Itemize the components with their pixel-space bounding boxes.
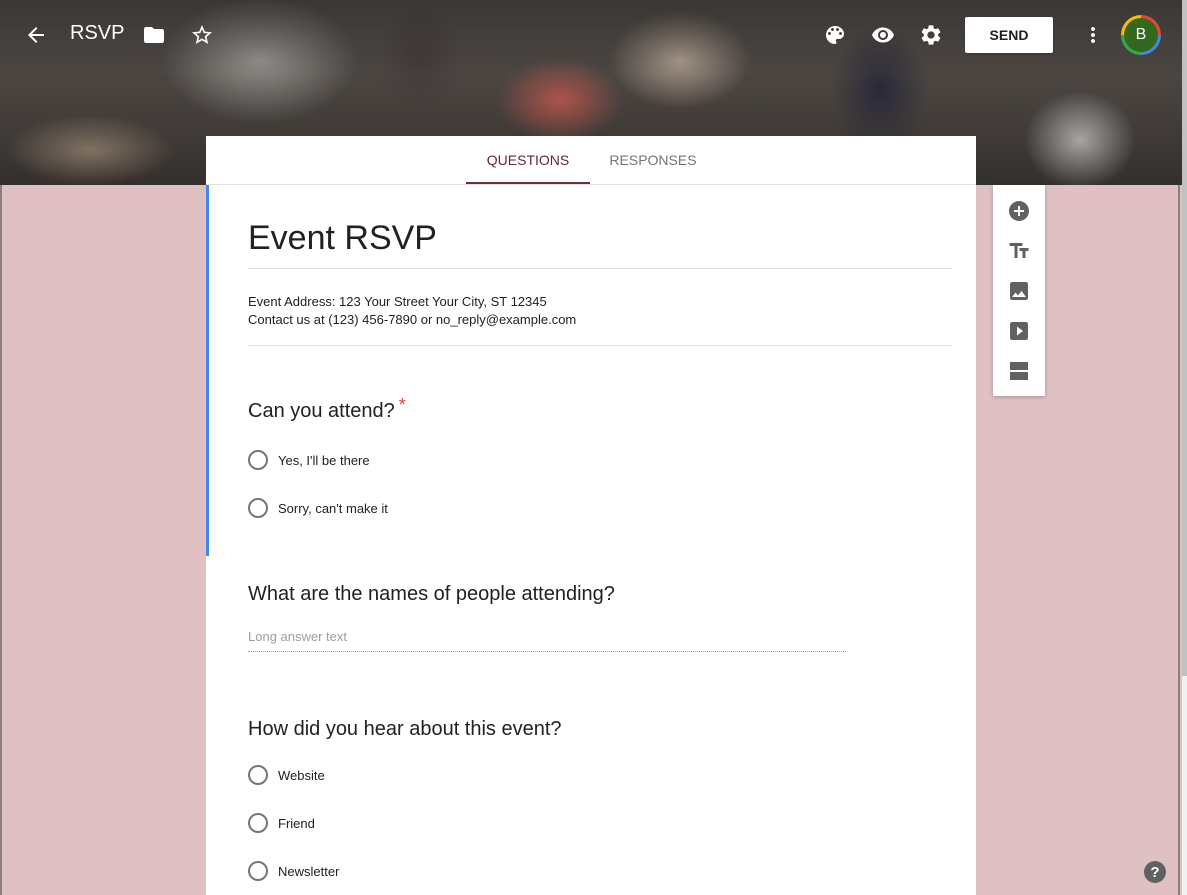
question-toolbox xyxy=(993,185,1045,396)
question-title[interactable]: Can you attend? * xyxy=(248,395,406,423)
option-label: Yes, I'll be there xyxy=(278,452,370,468)
radio-button[interactable] xyxy=(248,498,268,518)
option-label: Website xyxy=(278,767,325,783)
tab-bar: Questions Responses xyxy=(206,136,976,185)
radio-option[interactable]: Newsletter xyxy=(248,861,339,881)
document-title[interactable]: RSVP xyxy=(70,22,124,45)
top-toolbar: RSVP SEND B xyxy=(0,0,1180,70)
radio-option[interactable]: Sorry, can't make it xyxy=(248,498,388,518)
star-icon[interactable] xyxy=(182,15,222,55)
eye-icon[interactable] xyxy=(863,15,903,55)
description-line: Event Address: 123 Your Street Your City… xyxy=(248,294,547,309)
form-card: Event RSVP Event Address: 123 Your Stree… xyxy=(206,185,976,895)
question-title[interactable]: How did you hear about this event? xyxy=(248,718,562,741)
send-button[interactable]: SEND xyxy=(965,17,1053,53)
radio-option[interactable]: Yes, I'll be there xyxy=(248,450,370,470)
radio-button[interactable] xyxy=(248,861,268,881)
tab-responses[interactable]: Responses xyxy=(590,136,716,184)
folder-icon[interactable] xyxy=(134,15,174,55)
option-label: Newsletter xyxy=(278,863,340,879)
title-text-icon[interactable] xyxy=(1003,235,1035,267)
description-divider xyxy=(248,345,952,346)
page-left-edge xyxy=(0,185,2,895)
option-label: Sorry, can't make it xyxy=(278,500,388,516)
more-vert-icon[interactable] xyxy=(1073,15,1113,55)
radio-button[interactable] xyxy=(248,450,268,470)
required-mark: * xyxy=(398,395,406,415)
scrollbar[interactable] xyxy=(1182,0,1187,895)
radio-option[interactable]: Website xyxy=(248,765,325,785)
description-line: Contact us at (123) 456-7890 or no_reply… xyxy=(248,312,577,327)
image-icon[interactable] xyxy=(1003,275,1035,307)
long-answer-field[interactable]: Long answer text xyxy=(248,629,846,652)
active-tab-indicator xyxy=(466,182,590,184)
scrollbar-thumb[interactable] xyxy=(1182,0,1187,676)
focus-indicator-bar xyxy=(206,185,209,556)
radio-option[interactable]: Friend xyxy=(248,813,315,833)
avatar-initial: B xyxy=(1124,18,1158,52)
back-arrow-icon[interactable] xyxy=(16,15,56,55)
add-question-icon[interactable] xyxy=(1003,195,1035,227)
help-icon[interactable]: ? xyxy=(1144,861,1166,883)
question-title[interactable]: What are the names of people attending? xyxy=(248,583,615,606)
section-icon[interactable] xyxy=(1003,355,1035,387)
radio-button[interactable] xyxy=(248,765,268,785)
palette-icon[interactable] xyxy=(815,15,855,55)
video-icon[interactable] xyxy=(1003,315,1035,347)
form-title[interactable]: Event RSVP xyxy=(248,219,437,258)
title-divider xyxy=(248,268,952,269)
account-avatar[interactable]: B xyxy=(1121,15,1161,55)
option-label: Friend xyxy=(278,815,315,831)
question-title-text: Can you attend? xyxy=(248,400,395,422)
radio-button[interactable] xyxy=(248,813,268,833)
gear-icon[interactable] xyxy=(911,15,951,55)
tab-questions[interactable]: Questions xyxy=(466,136,590,184)
form-description[interactable]: Event Address: 123 Your Street Your City… xyxy=(248,293,576,329)
page-right-edge xyxy=(1178,185,1180,895)
